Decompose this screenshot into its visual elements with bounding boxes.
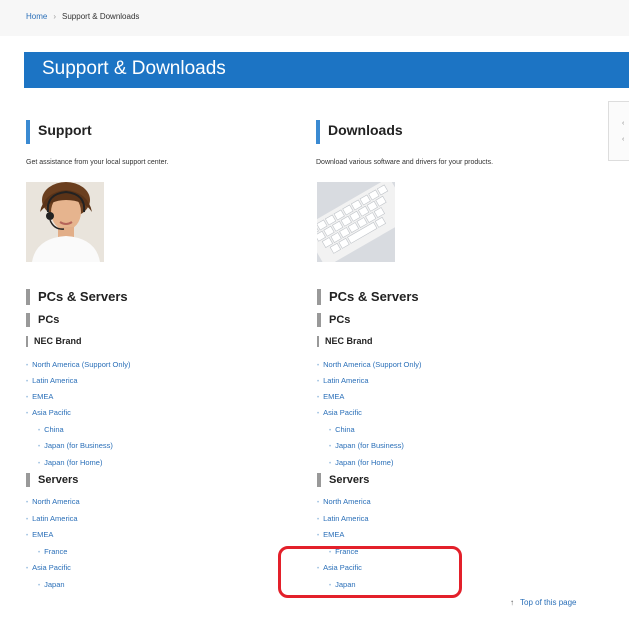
- left-pc-link-emea[interactable]: • EMEA: [26, 392, 53, 401]
- left-pc-sublink-japan-business[interactable]: • Japan (for Business): [38, 441, 113, 450]
- right-pc-link-north-america[interactable]: • North America (Support Only): [317, 360, 421, 369]
- left-pc-link-latin-america[interactable]: • Latin America: [26, 376, 78, 385]
- right-pc-sublink-japan-home[interactable]: • Japan (for Home): [329, 458, 393, 467]
- right-server-link-north-america[interactable]: • North America: [317, 497, 371, 506]
- left-pc-link-north-america[interactable]: • North America (Support Only): [26, 360, 130, 369]
- chevron-icon: ‹: [622, 136, 625, 143]
- right-pc-link-emea[interactable]: • EMEA: [317, 392, 344, 401]
- left-server-link-emea[interactable]: • EMEA: [26, 530, 53, 539]
- right-pc-sublink-japan-business[interactable]: • Japan (for Business): [329, 441, 404, 450]
- left-server-link-north-america[interactable]: • North America: [26, 497, 80, 506]
- breadcrumb-separator: ›: [53, 12, 57, 21]
- side-tab[interactable]: ‹ ‹: [608, 101, 629, 161]
- left-server-link-latin-america[interactable]: • Latin America: [26, 514, 78, 523]
- top-of-page-link[interactable]: ↑ Top of this page: [510, 598, 576, 607]
- left-server-sublink-japan[interactable]: • Japan: [38, 580, 65, 589]
- right-pc-link-asia-pacific[interactable]: • Asia Pacific: [317, 408, 362, 417]
- keyboard-photo[interactable]: [317, 182, 395, 262]
- right-pc-sublink-china[interactable]: • China: [329, 425, 355, 434]
- support-description: Get assistance from your local support c…: [26, 159, 169, 166]
- up-arrow-icon: ↑: [510, 598, 514, 607]
- support-agent-photo[interactable]: [26, 182, 104, 262]
- downloads-description: Download various software and drivers fo…: [316, 159, 494, 166]
- chevron-icon: ‹: [622, 120, 625, 127]
- left-pc-sublink-china[interactable]: • China: [38, 425, 64, 434]
- left-pc-sublink-japan-home[interactable]: • Japan (for Home): [38, 458, 102, 467]
- page-banner: Support & Downloads: [24, 52, 629, 88]
- breadcrumb-current: Support & Downloads: [62, 12, 140, 21]
- right-server-link-emea[interactable]: • EMEA: [317, 530, 344, 539]
- right-pc-link-latin-america[interactable]: • Latin America: [317, 376, 369, 385]
- left-server-sublink-france[interactable]: • France: [38, 547, 67, 556]
- left-server-link-asia-pacific[interactable]: • Asia Pacific: [26, 563, 71, 572]
- right-server-link-latin-america[interactable]: • Latin America: [317, 514, 369, 523]
- breadcrumb: Home › Support & Downloads: [26, 12, 139, 21]
- breadcrumb-home-link[interactable]: Home: [26, 12, 47, 21]
- page-title: Support & Downloads: [42, 58, 226, 79]
- left-pc-link-asia-pacific[interactable]: • Asia Pacific: [26, 408, 71, 417]
- highlight-annotation: [278, 546, 462, 598]
